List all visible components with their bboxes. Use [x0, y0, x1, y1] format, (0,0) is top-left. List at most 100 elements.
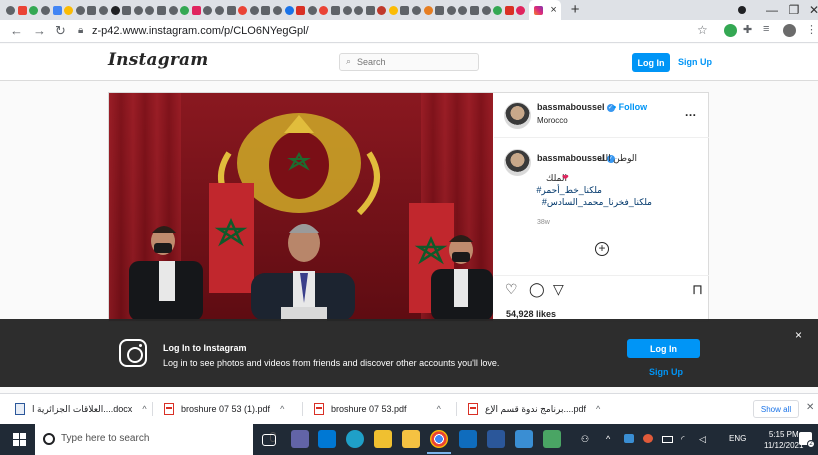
chevron-up-icon[interactable]: ^: [280, 404, 284, 414]
tab-favicon-icon[interactable]: [145, 5, 155, 15]
tab-favicon-icon[interactable]: [261, 5, 271, 15]
star-icon[interactable]: ☆: [697, 23, 708, 37]
location-link[interactable]: Morocco: [537, 116, 568, 125]
teams-app-icon[interactable]: [291, 430, 309, 448]
tab-favicon-icon[interactable]: [388, 5, 398, 15]
follow-button[interactable]: • Follow: [613, 102, 647, 112]
banner-login-button[interactable]: Log In: [627, 339, 700, 358]
browser-menu-icon[interactable]: ⋮: [806, 23, 817, 36]
username[interactable]: bassmaboussel: [537, 102, 605, 112]
network-app-icon[interactable]: [515, 430, 533, 448]
tray-app-icon[interactable]: [643, 434, 653, 443]
avatar[interactable]: [504, 149, 531, 176]
extension-green-icon[interactable]: [724, 24, 737, 37]
tab-favicon-icon[interactable]: [17, 5, 27, 15]
download-item[interactable]: broshure 07 53 (1).pdf ^: [164, 401, 284, 417]
tab-favicon-icon[interactable]: [319, 5, 329, 15]
battery-icon[interactable]: [662, 436, 673, 443]
tab-favicon-icon[interactable]: [284, 5, 294, 15]
tab-favicon-icon[interactable]: [238, 5, 248, 15]
file-explorer-icon[interactable]: [402, 430, 420, 448]
tab-favicon-icon[interactable]: [272, 5, 282, 15]
banner-signup-link[interactable]: Sign Up: [649, 367, 683, 377]
tab-favicon-icon[interactable]: [52, 5, 62, 15]
taskbar-search-input[interactable]: Type here to search: [61, 433, 149, 444]
tab-favicon-icon[interactable]: [493, 5, 503, 15]
photos-app-icon[interactable]: [543, 430, 561, 448]
people-icon[interactable]: ⚇: [581, 434, 589, 445]
search-input[interactable]: [357, 55, 475, 69]
close-window-button[interactable]: ✕: [799, 0, 818, 20]
system-clock[interactable]: 5:15 PM 11/12/2021: [764, 429, 803, 451]
taskbar-search-box[interactable]: Type here to search: [35, 424, 276, 455]
extensions-puzzle-icon[interactable]: ✚: [743, 23, 752, 36]
post-author[interactable]: bassmaboussel ✓: [537, 102, 615, 112]
tray-app-icon[interactable]: [624, 434, 634, 443]
chevron-up-icon[interactable]: ^: [596, 404, 600, 414]
back-button[interactable]: ←: [10, 23, 23, 38]
store-app-icon[interactable]: [374, 430, 392, 448]
tab-favicon-icon[interactable]: [330, 5, 340, 15]
likes-count[interactable]: 54,928 likes: [506, 309, 556, 319]
tab-favicon-icon[interactable]: [41, 5, 51, 15]
post-photo[interactable]: [109, 93, 493, 321]
chrome-browser-icon[interactable]: [427, 430, 451, 454]
tab-favicon-icon[interactable]: [214, 5, 224, 15]
tab-favicon-icon[interactable]: [249, 5, 259, 15]
tab-favicon-icon[interactable]: [504, 5, 514, 15]
chevron-up-icon[interactable]: ^: [606, 434, 610, 444]
tab-favicon-icon[interactable]: [87, 5, 97, 15]
active-tab[interactable]: ×: [528, 0, 561, 20]
word-app-icon[interactable]: [487, 430, 505, 448]
tab-favicon-icon[interactable]: [29, 5, 39, 15]
new-tab-button[interactable]: +: [571, 0, 580, 20]
tab-favicon-icon[interactable]: [203, 5, 213, 15]
tab-favicon-icon[interactable]: [133, 5, 143, 15]
edge-browser-icon[interactable]: [346, 430, 364, 448]
share-icon[interactable]: ▽: [553, 281, 564, 298]
tab-favicon-icon[interactable]: [191, 5, 201, 15]
task-view-icon[interactable]: [262, 434, 276, 446]
hashtag-link[interactable]: ملكنا_خط_أحمر#: [536, 185, 602, 196]
comment-icon[interactable]: ◯: [529, 281, 545, 298]
tab-favicon-icon[interactable]: [122, 5, 132, 15]
tab-favicon-icon[interactable]: [470, 5, 480, 15]
tab-favicon-icon[interactable]: [435, 5, 445, 15]
wifi-icon[interactable]: ◜: [681, 434, 685, 445]
reading-list-icon[interactable]: ≡: [763, 23, 769, 35]
mail-app-icon[interactable]: [318, 430, 336, 448]
tab-favicon-icon[interactable]: [157, 5, 167, 15]
tab-favicon-icon[interactable]: [75, 5, 85, 15]
tab-favicon-icon[interactable]: [481, 5, 491, 15]
download-item[interactable]: برنامج ندوة قسم الإع....pdf ^: [468, 401, 600, 417]
tab-favicon-icon[interactable]: [64, 5, 74, 15]
tab-favicon-icon[interactable]: [296, 5, 306, 15]
instagram-logo[interactable]: Instagram: [108, 50, 208, 70]
tab-favicon-icon[interactable]: [226, 5, 236, 15]
chevron-up-icon[interactable]: ^: [142, 404, 146, 414]
show-all-button[interactable]: Show all: [753, 400, 799, 418]
close-downloads-icon[interactable]: ✕: [806, 402, 814, 413]
outlook-app-icon[interactable]: [459, 430, 477, 448]
tab-favicon-icon[interactable]: [99, 5, 109, 15]
profile-dot-icon[interactable]: [738, 6, 746, 14]
tab-close-icon[interactable]: ×: [550, 4, 556, 16]
avatar[interactable]: [504, 102, 531, 129]
tab-favicon-icon[interactable]: [342, 5, 352, 15]
tab-favicon-icon[interactable]: [365, 5, 375, 15]
load-more-comments-icon[interactable]: +: [595, 242, 609, 256]
tab-favicon-icon[interactable]: [446, 5, 456, 15]
search-box[interactable]: ⌕: [339, 53, 479, 71]
download-item[interactable]: العلاقات الجزائرية ا....docx ^: [15, 401, 147, 417]
forward-button[interactable]: →: [33, 23, 46, 38]
tab-favicon-icon[interactable]: [110, 5, 120, 15]
omnibox[interactable]: 🔒︎ z-p42.www.instagram.com/p/CLO6NYegGpl…: [76, 22, 716, 41]
tab-favicon-icon[interactable]: [307, 5, 317, 15]
language-indicator[interactable]: ENG: [729, 434, 746, 443]
tab-favicon-icon[interactable]: [458, 5, 468, 15]
tab-favicon-icon[interactable]: [423, 5, 433, 15]
header-login-button[interactable]: Log In: [632, 53, 670, 72]
tab-favicon-icon[interactable]: [354, 5, 364, 15]
header-signup-link[interactable]: Sign Up: [678, 57, 712, 67]
tab-favicon-icon[interactable]: [377, 5, 387, 15]
